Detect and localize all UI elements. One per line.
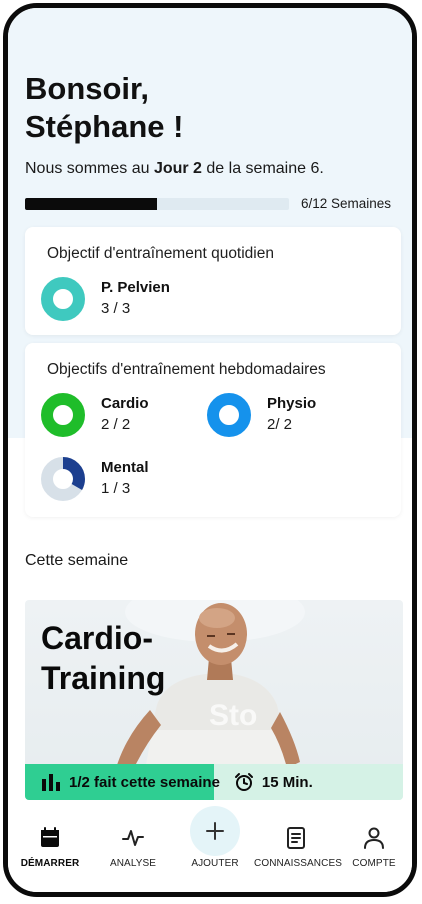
goal-mental[interactable]: Mental 1 / 3 [39, 455, 149, 503]
goal-cardio[interactable]: Cardio 2 / 2 [39, 391, 149, 439]
week-prefix: Nous sommes au [25, 160, 154, 177]
cardio-training-card[interactable]: Sto Cardio- Training 1/2 fait cette sema… [25, 600, 403, 800]
plus-icon [206, 822, 224, 840]
tab-label: COMPTE [352, 858, 396, 869]
daily-goal-title: Objectif d'entraînement quotidien [47, 245, 274, 262]
week-status-text: Nous sommes au Jour 2 de la semaine 6. [25, 160, 324, 178]
workout-done-status: 1/2 fait cette semaine [41, 772, 220, 792]
add-button[interactable] [190, 806, 240, 856]
workout-duration-label: 15 Min. [261, 773, 313, 791]
goal-text: Physio 2/ 2 [267, 395, 316, 435]
ring-icon [41, 393, 85, 437]
tab-connaissances[interactable]: CONNAISSANCES [254, 826, 342, 869]
goal-physio[interactable]: Physio 2/ 2 [205, 391, 316, 439]
ring-track [41, 277, 85, 321]
this-week-title: Cette semaine [25, 552, 129, 569]
phone-frame: Bonsoir, Stéphane ! Nous sommes au Jour … [3, 3, 417, 897]
workout-progress-bar: 1/2 fait cette semaine 15 Min. [25, 764, 403, 800]
weekly-goals-card[interactable]: Objectifs d'entraînement hebdomadaires C… [25, 343, 401, 517]
week-suffix: de la semaine 6. [201, 160, 324, 177]
goal-text: Mental 1 / 3 [101, 459, 149, 499]
ring-track [207, 393, 251, 437]
program-progress-bar [25, 198, 289, 210]
tab-label: CONNAISSANCES [254, 858, 342, 869]
ring-track [41, 393, 85, 437]
greeting-line-1: Bonsoir, [25, 71, 150, 106]
weekly-goals-title: Objectifs d'entraînement hebdomadaires [47, 361, 326, 378]
tab-demarrer[interactable]: DÉMARRER [8, 826, 92, 869]
goal-name: Physio [267, 395, 317, 412]
workout-done-label: 1/2 fait cette semaine [69, 773, 220, 791]
tab-label: ANALYSE [109, 858, 157, 869]
tab-label: DÉMARRER [20, 858, 80, 869]
goal-name: P. Pelvien [101, 279, 170, 296]
goal-text: P. Pelvien 3 / 3 [101, 279, 170, 319]
workout-title-line-1: Cardio- [41, 620, 153, 656]
greeting-line-2: Stéphane ! [25, 109, 184, 144]
pulse-icon [122, 830, 144, 846]
document-icon [287, 827, 305, 849]
ring-icon [207, 393, 251, 437]
workout-duration: 15 Min. [234, 772, 313, 792]
goal-count: 2 / 2 [101, 416, 131, 433]
greeting-title: Bonsoir, Stéphane ! [25, 70, 385, 146]
goal-count: 3 / 3 [101, 300, 131, 317]
week-day: Jour 2 [153, 160, 202, 177]
program-progress-fill [25, 198, 157, 210]
calendar-icon [41, 827, 59, 847]
alarm-clock-icon [234, 773, 253, 791]
user-icon [364, 827, 384, 849]
goal-text: Cardio 2 / 2 [101, 395, 149, 435]
daily-goal-card[interactable]: Objectif d'entraînement quotidien P. Pel… [25, 227, 401, 335]
ring-icon [41, 457, 85, 501]
bar-chart-icon [42, 774, 60, 791]
svg-text:Sto: Sto [209, 699, 257, 732]
goal-pelvien[interactable]: P. Pelvien 3 / 3 [39, 275, 170, 323]
goal-name: Cardio [101, 395, 149, 412]
tab-analyse[interactable]: ANALYSE [91, 826, 175, 869]
bottom-tab-bar: DÉMARRER ANALYSE AJOUTER CONNAISSANCES C… [8, 802, 412, 892]
program-progress-label: 6/12 Semaines [301, 196, 392, 211]
ring-icon [41, 277, 85, 321]
tab-ajouter[interactable]: AJOUTER [173, 806, 257, 869]
workout-title: Cardio- Training [41, 618, 165, 698]
tab-compte[interactable]: COMPTE [332, 826, 412, 869]
workout-title-line-2: Training [41, 660, 166, 696]
tab-label: AJOUTER [191, 858, 239, 869]
goal-count: 2/ 2 [267, 416, 293, 433]
goal-count: 1 / 3 [101, 480, 131, 497]
home-screen: Bonsoir, Stéphane ! Nous sommes au Jour … [8, 8, 412, 892]
goal-name: Mental [101, 459, 149, 476]
